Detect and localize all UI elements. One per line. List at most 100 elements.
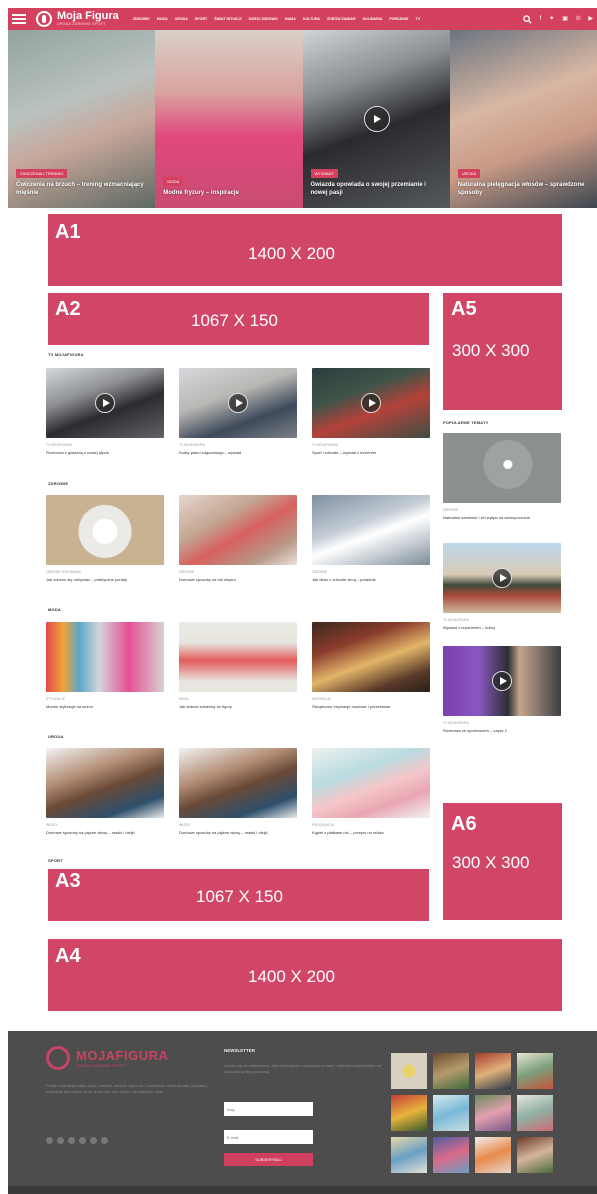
hero-title[interactable]: Gwiazda opowiada o swojej przemianie i n…	[311, 182, 442, 198]
gallery-thumb[interactable]	[517, 1095, 553, 1131]
article-card[interactable]: WŁOSY Domowe sposoby na piękne włosy – m…	[46, 748, 164, 835]
article-title[interactable]: Jak zdrowo się odżywiać – praktyczne por…	[46, 577, 164, 582]
gallery-thumb[interactable]	[517, 1137, 553, 1173]
article-category[interactable]: TV MOJAFIGURA	[443, 618, 561, 622]
article-title[interactable]: Sport i zdrowie – wywiad z trenerem	[312, 450, 430, 455]
instagram-icon[interactable]	[68, 1137, 75, 1144]
play-icon[interactable]	[363, 106, 390, 132]
section-title-uroda[interactable]: URODA	[48, 734, 64, 739]
article-title[interactable]: Wywiad z reporterem – kulisy	[443, 625, 561, 630]
article-card[interactable]: MODA Jak dobrać sukienkę do figury	[179, 622, 297, 709]
ad-slot-a1[interactable]: A1 1400 X 200	[48, 214, 562, 286]
instagram-icon[interactable]: ▣	[562, 16, 568, 22]
article-card[interactable]: ZDROWIE Domowe sposoby na ból mięśni	[179, 495, 297, 582]
article-card[interactable]: ZDROWE ODŻYWIANIE Jak zdrowo się odżywia…	[46, 495, 164, 582]
nav-item-zdrowie[interactable]: ZDROWIE	[133, 17, 150, 21]
nav-item-uroda[interactable]: URODA	[175, 17, 188, 21]
article-title[interactable]: Domowe sposoby na ból mięśni	[179, 577, 297, 582]
nav-item-sport[interactable]: SPORT	[195, 17, 207, 21]
footer-logo[interactable]: MOJAFIGURA URODA ZDROWIE SPORT	[46, 1046, 168, 1070]
gallery-thumb[interactable]	[517, 1053, 553, 1089]
play-icon[interactable]	[95, 393, 115, 413]
nav-item-poradnik[interactable]: PORADNIK	[389, 17, 408, 21]
article-category[interactable]: WŁOSY	[179, 823, 297, 827]
article-category[interactable]: PIELĘGNACJA	[312, 823, 430, 827]
hero-item[interactable]: WYWIADY Gwiazda opowiada o swojej przemi…	[302, 30, 450, 208]
article-card[interactable]: INSPIRACJE Świąteczne inspiracje modowe …	[312, 622, 430, 709]
gallery-thumb[interactable]	[433, 1137, 469, 1173]
article-title[interactable]: Modne stylizacje na sezon	[46, 704, 164, 709]
gallery-thumb[interactable]	[475, 1095, 511, 1131]
logo-icon[interactable]	[36, 11, 52, 27]
article-thumbnail[interactable]	[46, 495, 164, 565]
article-thumbnail[interactable]	[179, 368, 297, 438]
article-thumbnail[interactable]	[179, 622, 297, 692]
ad-slot-a3[interactable]: A3 1067 X 150	[48, 869, 429, 921]
popular-card[interactable]: TV MOJAFIGURA Rozmowa ze sportowcem – cz…	[443, 646, 561, 733]
article-card[interactable]: TV MOJAFIGURA Kulisy planu zdjęciowego –…	[179, 368, 297, 455]
gallery-thumb[interactable]	[391, 1137, 427, 1173]
ad-slot-a6[interactable]: A6 300 X 300	[443, 803, 562, 920]
article-category[interactable]: TV MOJAFIGURA	[443, 721, 561, 725]
nav-item-swiat-intuicji[interactable]: ŚWIAT INTUICJI	[214, 17, 241, 21]
nav-item-mama[interactable]: MAMA	[285, 17, 296, 21]
article-category[interactable]: WŁOSY	[46, 823, 164, 827]
article-title[interactable]: Domowe sposoby na piękne włosy – maski i…	[46, 830, 164, 835]
article-thumbnail[interactable]	[443, 543, 561, 613]
section-title-popular[interactable]: POPULARNE TEMATY	[443, 420, 489, 425]
youtube-icon[interactable]	[90, 1137, 97, 1144]
article-title[interactable]: Rozmowa z gwiazdą o nowej płycie	[46, 450, 164, 455]
facebook-icon[interactable]	[46, 1137, 53, 1144]
hero-title[interactable]: Modne fryzury – inspiracje	[163, 190, 294, 198]
article-title[interactable]: Kulisy planu zdjęciowego – wywiad	[179, 450, 297, 455]
pinterest-icon[interactable]: ℗	[576, 16, 580, 22]
nav-item-moda[interactable]: MODA	[157, 17, 168, 21]
article-category[interactable]: STYLIZACJE	[46, 697, 164, 701]
hero-badge[interactable]: URODA	[457, 169, 481, 179]
article-card[interactable]: STYLIZACJE Modne stylizacje na sezon	[46, 622, 164, 709]
ad-slot-a2[interactable]: A2 1067 X 150	[48, 293, 429, 345]
article-title[interactable]: Naturalne kamienie i ich wpływ na samopo…	[443, 515, 561, 520]
article-category[interactable]: ZDROWE ODŻYWIANIE	[46, 570, 164, 574]
article-category[interactable]: TV MOJAFIGURA	[312, 443, 430, 447]
ad-slot-a5[interactable]: A5 300 X 300	[443, 293, 562, 410]
gallery-thumb[interactable]	[391, 1095, 427, 1131]
nav-item-dzieci[interactable]: DZIECI ZDROWO	[249, 17, 278, 21]
article-thumbnail[interactable]	[46, 748, 164, 818]
article-thumbnail[interactable]	[443, 433, 561, 503]
article-thumbnail[interactable]	[179, 495, 297, 565]
ad-slot-a4[interactable]: A4 1400 X 200	[48, 939, 562, 1011]
article-thumbnail[interactable]	[312, 748, 430, 818]
article-thumbnail[interactable]	[312, 622, 430, 692]
article-title[interactable]: Świąteczne inspiracje modowe i prezentow…	[312, 704, 430, 709]
hero-badge[interactable]: MODA	[163, 177, 184, 187]
article-card[interactable]: WŁOSY Domowe sposoby na piękne włosy – m…	[179, 748, 297, 835]
hero-item[interactable]: ĆWICZENIA I TRENING Ćwiczenia na brzuch …	[8, 30, 156, 208]
hero-title[interactable]: Naturalna pielęgnacja włosów – sprawdzon…	[458, 182, 589, 198]
pinterest-icon[interactable]	[79, 1137, 86, 1144]
article-card[interactable]: ZDROWIE Jak dbać o zdrowie zimą – poradn…	[312, 495, 430, 582]
hero-item[interactable]: URODA Naturalna pielęgnacja włosów – spr…	[449, 30, 597, 208]
article-title[interactable]: Kąpiel z płatkami róż – przepis na relak…	[312, 830, 430, 835]
article-title[interactable]: Domowe sposoby na piękne włosy – maski i…	[179, 830, 297, 835]
subscribe-button[interactable]: SUBSKRYBUJ	[224, 1153, 313, 1166]
play-icon[interactable]	[361, 393, 381, 413]
article-category[interactable]: ZDROWIE	[179, 570, 297, 574]
section-title-sport[interactable]: SPORT	[48, 858, 63, 863]
section-title-zdrowie[interactable]: ZDROWIE	[48, 481, 68, 486]
nav-item-kulinaria[interactable]: KULINARIA	[363, 17, 383, 21]
article-card[interactable]: PIELĘGNACJA Kąpiel z płatkami róż – prze…	[312, 748, 430, 835]
nav-item-kultura[interactable]: KULTURA	[303, 17, 320, 21]
newsletter-email-input[interactable]	[224, 1130, 313, 1144]
hero-item[interactable]: MODA Modne fryzury – inspiracje	[155, 30, 303, 208]
gallery-thumb[interactable]	[475, 1137, 511, 1173]
play-icon[interactable]	[492, 568, 512, 588]
article-title[interactable]: Jak dobrać sukienkę do figury	[179, 704, 297, 709]
play-icon[interactable]	[492, 671, 512, 691]
article-card[interactable]: TV MOJAFIGURA Sport i zdrowie – wywiad z…	[312, 368, 430, 455]
nav-item-zdrow-zamiar[interactable]: ZDRÓW ZAMIAR	[327, 17, 356, 21]
gallery-thumb[interactable]	[391, 1053, 427, 1089]
article-category[interactable]: TV MOJAFIGURA	[46, 443, 164, 447]
article-thumbnail[interactable]	[443, 646, 561, 716]
popular-card[interactable]: TV MOJAFIGURA Wywiad z reporterem – kuli…	[443, 543, 561, 630]
